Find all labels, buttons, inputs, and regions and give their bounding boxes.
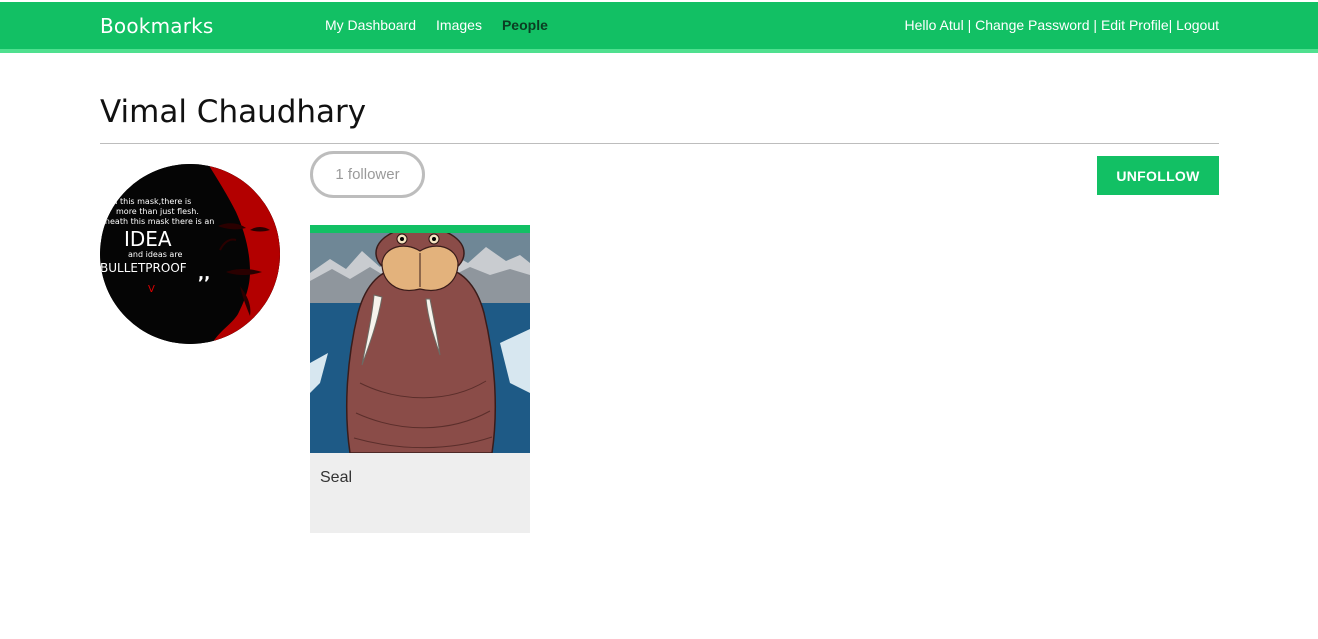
avatar-text: V [148, 284, 155, 295]
followers-label: 1 follower [335, 166, 400, 183]
profile-name: Vimal Chaudhary [100, 94, 367, 130]
avatar-text: and ideas are [128, 250, 182, 259]
avatar: hind this mask,there is more than just f… [100, 164, 280, 344]
card-image[interactable] [310, 233, 530, 453]
vendetta-mask-avatar-icon: hind this mask,there is more than just f… [100, 164, 280, 344]
avatar-text: eneath this mask there is an [100, 217, 214, 226]
main-nav: My Dashboard Images People [325, 17, 548, 33]
top-navbar: Bookmarks My Dashboard Images People Hel… [0, 2, 1318, 53]
image-card[interactable]: Seal [310, 225, 530, 533]
user-menu: Hello Atul | Change Password | Edit Prof… [905, 17, 1219, 33]
user-greeting: Hello Atul [904, 17, 964, 33]
avatar-text: BULLETPROOF [100, 261, 187, 275]
user-menu-separator: | [1089, 17, 1101, 33]
header-divider [100, 143, 1219, 144]
avatar-text: more than just flesh. [116, 207, 199, 216]
image-title[interactable]: Seal [320, 469, 352, 487]
avatar-text: ,, [198, 264, 210, 283]
logout-link[interactable]: Logout [1176, 17, 1219, 33]
avatar-text: hind this mask,there is [100, 197, 191, 206]
user-menu-separator: | [963, 17, 976, 33]
edit-profile-link[interactable]: Edit Profile [1101, 17, 1169, 33]
brand-logo[interactable]: Bookmarks [100, 14, 214, 38]
nav-my-dashboard[interactable]: My Dashboard [325, 17, 416, 33]
walrus-illustration-icon [310, 233, 530, 453]
avatar-text: IDEA [124, 227, 172, 251]
nav-people[interactable]: People [502, 17, 548, 33]
nav-images[interactable]: Images [436, 17, 482, 33]
change-password-link[interactable]: Change Password [975, 17, 1089, 33]
followers-count: 1 follower [310, 151, 425, 198]
unfollow-button[interactable]: UNFOLLOW [1097, 156, 1219, 195]
card-accent-bar [310, 225, 530, 233]
